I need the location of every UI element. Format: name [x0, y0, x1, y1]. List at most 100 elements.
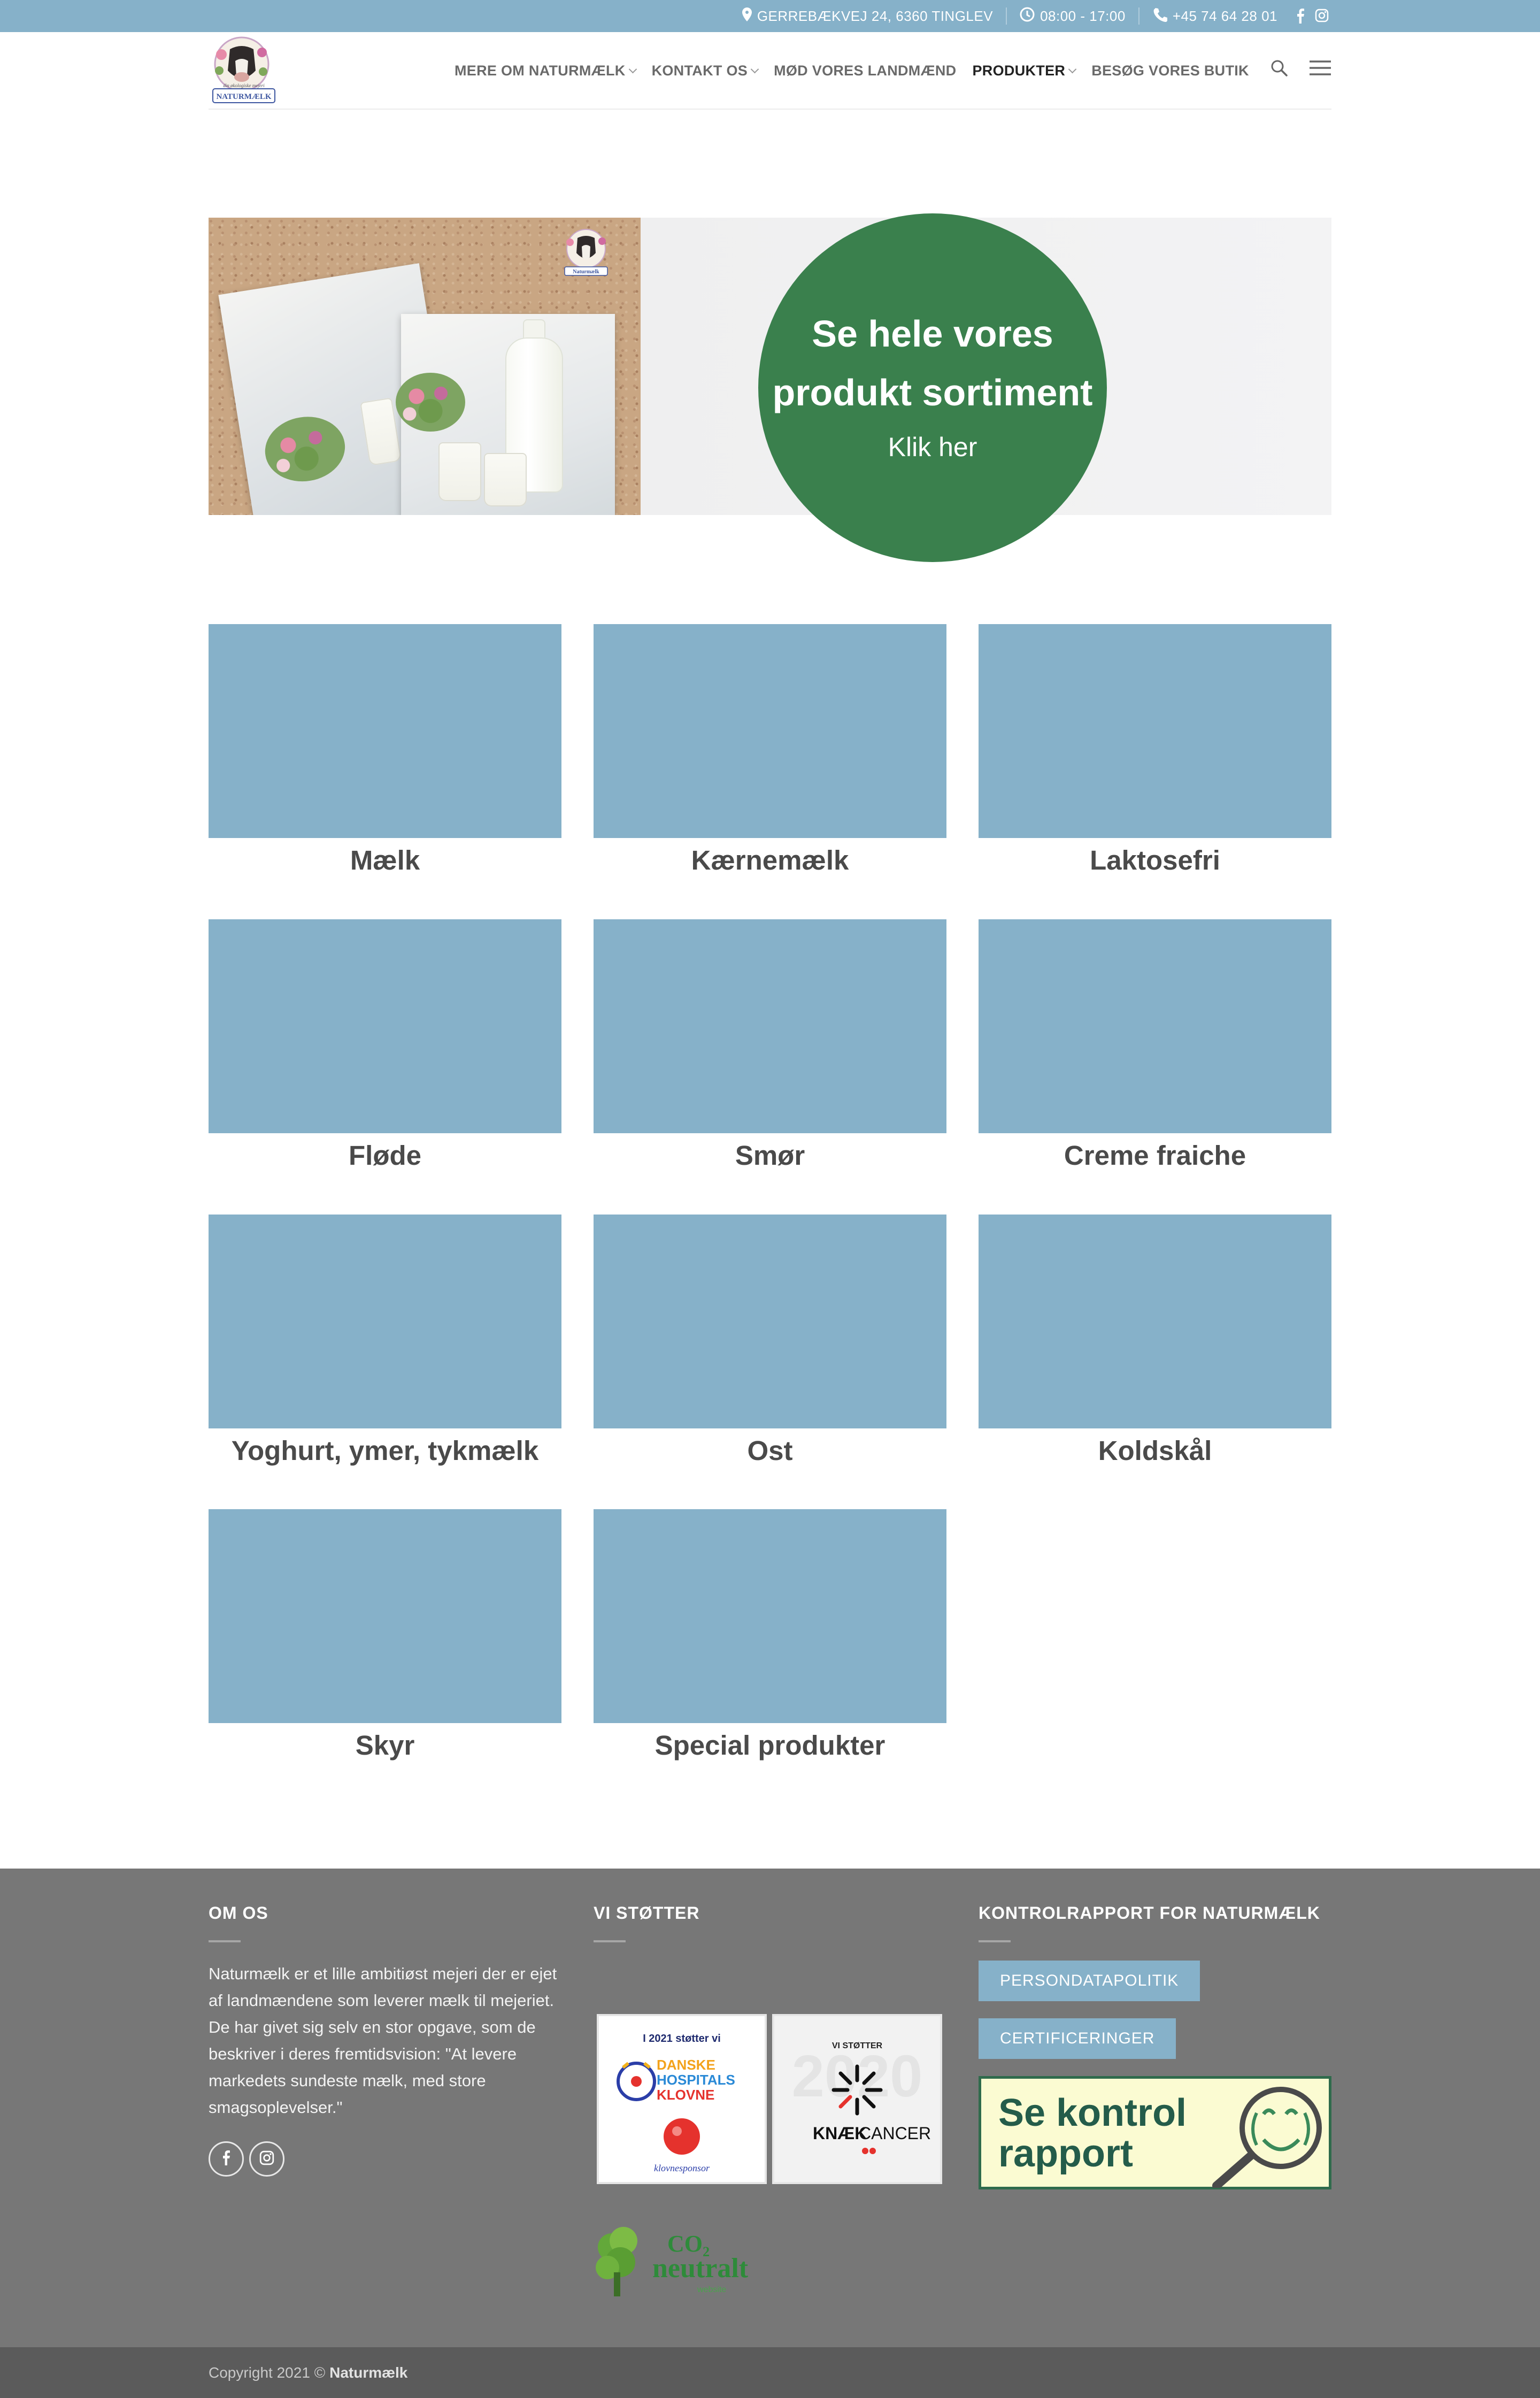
cta-circle[interactable]: Se hele vores produkt sortiment Klik her [758, 213, 1107, 562]
product-label[interactable]: Yoghurt, ymer, tykmælk [209, 1429, 561, 1472]
kontrol-line1: Se kontrol [998, 2092, 1187, 2134]
search-icon[interactable] [1270, 59, 1288, 80]
cta-link[interactable]: Klik her [758, 432, 1107, 463]
photo-card-milk [396, 314, 615, 515]
product-card-creme-fraiche[interactable]: Creme fraiche [979, 919, 1331, 1187]
product-label[interactable]: Ost [594, 1429, 946, 1472]
cta-title: Se hele vores produkt sortiment [772, 313, 1093, 413]
badge-line5: klovnesponsor [654, 2163, 710, 2173]
co2-line2: neutralt [652, 2253, 749, 2284]
product-image[interactable] [209, 624, 561, 838]
product-image[interactable] [594, 1509, 946, 1723]
product-image[interactable] [979, 919, 1331, 1133]
facebook-icon [222, 2150, 230, 2168]
instagram-icon [259, 2150, 274, 2168]
product-label[interactable]: Koldskål [979, 1429, 1331, 1472]
product-label[interactable]: Laktosefri [979, 839, 1331, 882]
co2-neutral-badge[interactable]: CO₂ neutralt website [592, 2222, 785, 2302]
badge-line3: HOSPITALS [657, 2072, 735, 2088]
site-logo[interactable]: NATURMÆLK din økologiske mejeri [210, 33, 278, 106]
chevron-down-icon [1068, 65, 1077, 74]
badge-line4: KLOVNE [657, 2087, 714, 2103]
product-label[interactable]: Smør [594, 1134, 946, 1177]
chevron-down-icon [628, 65, 637, 74]
product-card-laktosefri[interactable]: Laktosefri [979, 624, 1331, 891]
product-image[interactable] [979, 624, 1331, 838]
product-card-smor[interactable]: Smør [594, 919, 946, 1187]
phone-text: +45 74 64 28 01 [1172, 7, 1277, 24]
nav-label: PRODUKTER [972, 63, 1066, 79]
menu-icon[interactable] [1310, 60, 1331, 79]
hospital-clowns-badge[interactable]: I 2021 støtter vi DANSKE HOSPITALS KLOVN… [597, 2014, 767, 2184]
banner-logo-text: Naturmælk [573, 269, 599, 275]
banner-logo: Naturmælk [561, 226, 611, 278]
product-card-skyr[interactable]: Skyr [209, 1509, 561, 1777]
product-label[interactable]: Mælk [209, 839, 561, 882]
address-text: GERREBÆKVEJ 24, 6360 TINGLEV [757, 7, 994, 24]
copyright-brand[interactable]: Naturmælk [329, 2364, 407, 2381]
privacy-policy-button[interactable]: PERSONDATAPOLITIK [979, 1961, 1200, 2001]
smiley-magnifier-icon [1195, 2081, 1329, 2191]
footer-about-text: Naturmælk er et lille ambitiøst mejeri d… [209, 1964, 557, 2117]
product-card-koldskal[interactable]: Koldskål [979, 1215, 1331, 1482]
product-card-maelk[interactable]: Mælk [209, 624, 561, 891]
site-footer: OM OS Naturmælk er et lille ambitiøst me… [0, 1869, 1540, 2347]
nav-item-butik[interactable]: BESØG VORES BUTIK [1091, 63, 1249, 79]
phone-item[interactable]: +45 74 64 28 01 [1152, 7, 1277, 26]
product-label[interactable]: Creme fraiche [979, 1134, 1331, 1177]
footer-about-heading: OM OS [209, 1903, 268, 1923]
badge-line1: I 2021 støtter vi [643, 2033, 721, 2045]
product-card-special[interactable]: Special produkter [594, 1509, 946, 1777]
top-bar: GERREBÆKVEJ 24, 6360 TINGLEV 08:00 - 17:… [0, 0, 1540, 32]
address-item[interactable]: GERREBÆKVEJ 24, 6360 TINGLEV [742, 7, 993, 25]
hours-item[interactable]: 08:00 - 17:00 [1020, 7, 1126, 26]
footer-heading-rule [979, 1940, 1011, 1942]
nav-item-kontakt[interactable]: KONTAKT OS [651, 63, 759, 79]
product-banner[interactable]: Naturmælk Se hele vores produkt sortimen… [209, 213, 1331, 562]
kontrol-report-banner[interactable]: Se kontrol rapport [979, 2076, 1331, 2191]
nav-item-mere-om[interactable]: MERE OM NATURMÆLK [455, 63, 637, 79]
copyright-text: Copyright 2021 © Naturmælk [209, 2364, 407, 2381]
kontrol-line2: rapport [998, 2132, 1133, 2175]
product-image[interactable] [979, 1215, 1331, 1428]
product-label[interactable]: Skyr [209, 1724, 561, 1767]
product-image[interactable] [209, 1509, 561, 1723]
footer-instagram-button[interactable] [249, 2141, 284, 2177]
product-image[interactable] [209, 919, 561, 1133]
badge2-line1: VI STØTTER [832, 2041, 883, 2050]
product-card-kaernemaelk[interactable]: Kærnemælk [594, 624, 946, 891]
product-label[interactable]: Special produkter [594, 1724, 946, 1767]
map-pin-icon [742, 7, 752, 25]
kontrol-text: Se kontrol rapport [998, 2093, 1187, 2174]
footer-facebook-button[interactable] [209, 2141, 244, 2177]
nav-label: MØD VORES LANDMÆND [774, 63, 957, 79]
product-card-flode[interactable]: Fløde [209, 919, 561, 1187]
product-card-yoghurt[interactable]: Yoghurt, ymer, tykmælk [209, 1215, 561, 1482]
certifications-button[interactable]: CERTIFICERINGER [979, 2018, 1176, 2059]
copyright-bar: Copyright 2021 © Naturmælk [0, 2347, 1540, 2398]
nav-label: KONTAKT OS [651, 63, 748, 79]
copyright-prefix: Copyright 2021 © [209, 2364, 326, 2381]
logo-wordmark: NATURMÆLK [216, 93, 271, 101]
footer-heading-rule [594, 1940, 626, 1942]
instagram-icon[interactable] [1315, 9, 1329, 24]
product-label[interactable]: Fløde [209, 1134, 561, 1177]
product-image[interactable] [594, 624, 946, 838]
nav-item-produkter[interactable]: PRODUKTER [972, 63, 1077, 79]
product-card-ost[interactable]: Ost [594, 1215, 946, 1482]
footer-support-heading: VI STØTTER [594, 1903, 700, 1923]
badge2-brand-rest: CANCER [859, 2124, 931, 2143]
knaek-cancer-badge[interactable]: 2020 VI STØTTER KNÆK CANCER [772, 2014, 942, 2184]
main-nav: MERE OM NATURMÆLK KONTAKT OS MØD VORES L… [455, 32, 1249, 110]
product-image[interactable] [594, 919, 946, 1133]
banner-photo: Naturmælk [209, 218, 641, 515]
badge-line2: DANSKE [657, 2057, 715, 2073]
nav-item-landmaend[interactable]: MØD VORES LANDMÆND [774, 63, 956, 79]
product-image[interactable] [209, 1215, 561, 1428]
topbar-divider [1138, 7, 1139, 25]
footer-report-heading: KONTROLRAPPORT FOR NATURMÆLK [979, 1903, 1320, 1923]
facebook-icon[interactable] [1297, 9, 1304, 24]
nav-label: BESØG VORES BUTIK [1091, 63, 1249, 79]
product-image[interactable] [594, 1215, 946, 1428]
product-label[interactable]: Kærnemælk [594, 839, 946, 882]
